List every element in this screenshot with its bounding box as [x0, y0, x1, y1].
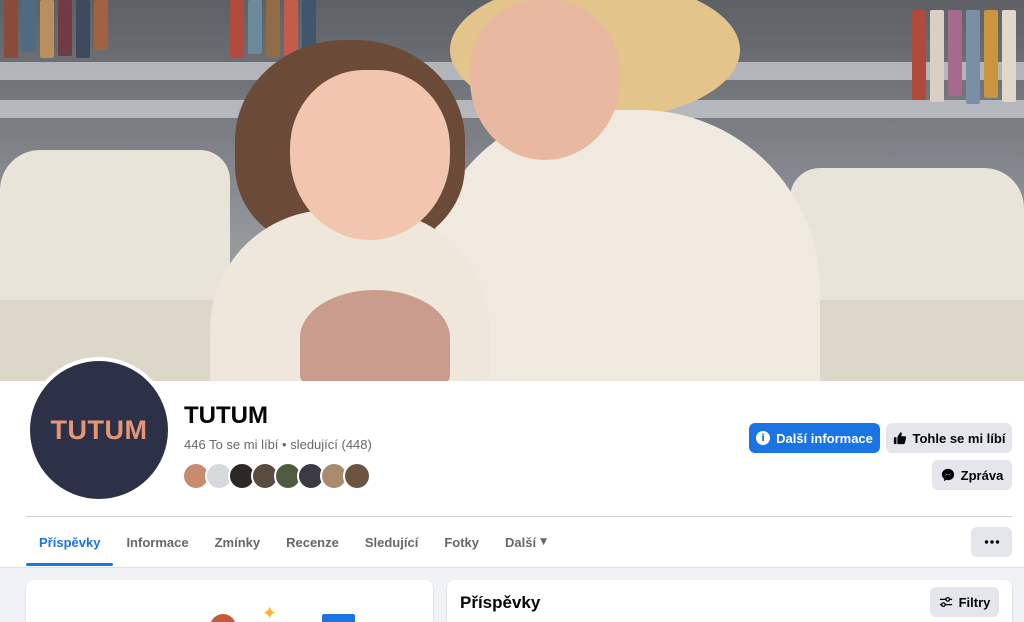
illustration-person	[210, 614, 236, 622]
posts-card: Příspěvky Filtry	[447, 580, 1012, 622]
posts-heading: Příspěvky	[460, 593, 541, 612]
page-avatar[interactable]: TUTUM	[26, 357, 172, 503]
tab-label: Fotky	[444, 534, 479, 550]
tab-posts[interactable]: Příspěvky	[26, 518, 114, 566]
cover-books	[4, 0, 108, 60]
cover-woman-face	[470, 0, 620, 160]
cover-girl-face	[290, 70, 450, 240]
message-label: Zpráva	[960, 467, 1004, 483]
tab-label: Další	[504, 534, 537, 550]
ellipsis-icon	[984, 540, 999, 544]
tab-label: Příspěvky	[39, 534, 101, 550]
avatar-logo-text: TUTUM	[50, 414, 148, 445]
intro-card: ✦	[26, 580, 433, 622]
more-info-button[interactable]: i Další informace	[749, 423, 880, 453]
sliders-icon	[939, 596, 952, 608]
cover-books	[912, 10, 1016, 105]
filter-label: Filtry	[958, 594, 991, 610]
tab-followers[interactable]: Sledující	[352, 518, 431, 566]
tab-photos[interactable]: Fotky	[431, 518, 492, 566]
more-info-label: Další informace	[776, 430, 873, 446]
page-tabs: Příspěvky Informace Zmínky Recenze Sledu…	[26, 518, 560, 566]
tab-reviews[interactable]: Recenze	[273, 518, 352, 566]
messenger-icon	[941, 468, 954, 482]
sparkle-icon: ✦	[262, 603, 278, 622]
thumbs-up-icon	[893, 432, 906, 445]
tab-label: Zmínky	[214, 534, 261, 550]
follower-faces[interactable]	[182, 462, 371, 490]
cover-knitting	[300, 290, 450, 381]
caret-down-icon: ▼	[540, 537, 547, 547]
follower-avatar[interactable]	[343, 462, 371, 490]
info-icon: i	[756, 431, 771, 445]
tab-about[interactable]: Informace	[113, 518, 201, 566]
tab-label: Sledující	[364, 534, 419, 550]
like-page-button[interactable]: Tohle se mi líbí	[886, 423, 1012, 453]
filter-button[interactable]: Filtry	[930, 587, 999, 617]
tab-more[interactable]: Další ▼	[492, 518, 560, 566]
like-label: Tohle se mi líbí	[912, 430, 1006, 446]
tab-label: Informace	[126, 534, 189, 550]
message-button[interactable]: Zpráva	[932, 460, 1012, 490]
tab-label: Recenze	[286, 534, 339, 550]
tab-mentions[interactable]: Zmínky	[202, 518, 274, 566]
page-stats[interactable]: 446 To se mi líbí • sledující (448)	[184, 437, 372, 452]
illustration-box	[322, 614, 355, 622]
page-title[interactable]: TUTUM	[184, 402, 268, 430]
header-divider	[26, 516, 1012, 517]
more-options-button[interactable]	[971, 527, 1012, 557]
cover-photo[interactable]	[0, 0, 1024, 381]
